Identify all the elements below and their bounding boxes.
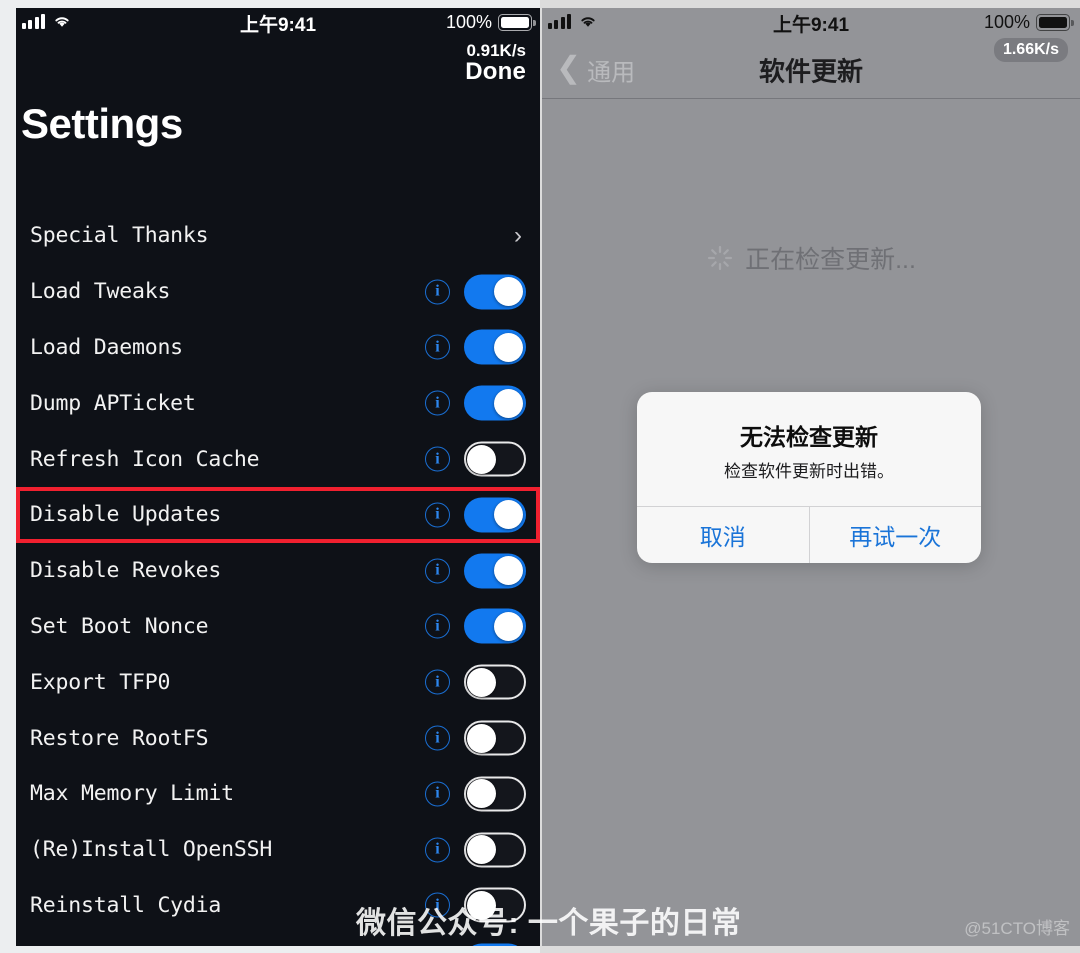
info-icon[interactable]: i [425, 892, 450, 918]
settings-row[interactable]: Reinstall Cydia i [16, 878, 540, 934]
settings-row-label: Export TFP0 [30, 669, 171, 695]
left-phone-panel: 上午9:41 100% 0.91K/s Done Settings Specia… [0, 0, 540, 953]
toggle-switch[interactable] [464, 720, 526, 756]
settings-row-label: Special Thanks [30, 223, 209, 249]
toggle-switch[interactable] [464, 608, 526, 644]
settings-row[interactable]: Restore RootFS i [16, 710, 540, 766]
toggle-switch[interactable] [464, 887, 526, 923]
settings-row-controls: › [514, 221, 526, 249]
alert-dialog: 无法检查更新 检查软件更新时出错。 取消 再试一次 [637, 392, 981, 563]
info-icon[interactable]: i [425, 781, 450, 807]
page-title: Settings [21, 100, 183, 147]
right-device-screen: 上午9:41 100% 1.66K/s ❮ 通用 软件更新 正在检查更新... … [542, 8, 1080, 946]
info-icon[interactable]: i [425, 725, 450, 751]
settings-list: Special Thanks › Load Tweaks i Load Daemons i… [16, 208, 540, 946]
toggle-knob [467, 779, 496, 809]
settings-row-label: Load Daemons [30, 334, 183, 360]
settings-row-controls: i [425, 832, 526, 868]
toggle-switch[interactable] [464, 385, 526, 421]
alert-backdrop: 无法检查更新 检查软件更新时出错。 取消 再试一次 [542, 8, 1080, 946]
settings-row[interactable]: Load Daemons i [16, 320, 540, 376]
settings-row-label: (Re)Install OpenSSH [30, 837, 273, 863]
settings-row-label: Disable Revokes [30, 558, 222, 584]
toggle-knob [494, 500, 523, 530]
settings-row-controls: i [425, 441, 526, 477]
info-icon[interactable]: i [425, 558, 450, 584]
settings-row-controls: i [425, 776, 526, 812]
settings-row[interactable]: Set Boot Nonce i [16, 599, 540, 655]
toggle-knob [467, 835, 496, 865]
settings-row-label: Restore RootFS [30, 725, 209, 751]
settings-row[interactable]: Dump APTicket i [16, 375, 540, 431]
alert-title: 无法检查更新 [740, 424, 878, 450]
settings-row[interactable]: Max Memory Limit i [16, 766, 540, 822]
alert-retry-button[interactable]: 再试一次 [808, 506, 982, 563]
settings-row-label: Dump APTicket [30, 390, 196, 416]
settings-row-controls: i [425, 329, 526, 365]
alert-cancel-button[interactable]: 取消 [637, 507, 809, 563]
alert-body: 无法检查更新 检查软件更新时出错。 [637, 392, 981, 506]
settings-row[interactable]: (Re)Install OpenSSH i [16, 822, 540, 878]
left-status-bar: 上午9:41 100% [16, 8, 540, 42]
settings-row-label: Set Boot Nonce [30, 613, 209, 639]
toggle-switch[interactable] [464, 441, 526, 477]
settings-row-controls: i [425, 664, 526, 700]
toggle-knob [494, 332, 523, 362]
settings-row-label: Load Tweaks [30, 279, 171, 305]
toggle-switch[interactable] [464, 274, 526, 310]
settings-row-controls: i [425, 720, 526, 756]
toggle-switch[interactable] [464, 553, 526, 589]
settings-row[interactable]: Disable Revokes i [16, 543, 540, 599]
alert-message: 检查软件更新时出错。 [724, 462, 894, 481]
settings-row-controls: i [425, 385, 526, 421]
battery-full-icon [498, 14, 536, 31]
settings-row-controls: i [425, 943, 526, 946]
settings-row-label: Reinstall Cydia [30, 892, 222, 918]
toggle-switch[interactable] [464, 329, 526, 365]
alert-actions: 取消 再试一次 [637, 505, 982, 563]
settings-row[interactable]: i [16, 933, 540, 946]
toggle-knob [494, 388, 523, 418]
info-icon[interactable]: i [425, 669, 450, 695]
toggle-switch[interactable] [464, 832, 526, 868]
done-button[interactable]: Done [465, 58, 526, 86]
chevron-right-icon: › [514, 221, 522, 249]
right-phone-panel: 上午9:41 100% 1.66K/s ❮ 通用 软件更新 正在检查更新... … [540, 0, 1080, 953]
settings-row-controls: i [425, 497, 526, 533]
settings-row-controls: i [425, 274, 526, 310]
settings-row-controls: i [425, 887, 526, 923]
info-icon[interactable]: i [425, 334, 450, 360]
settings-row[interactable]: Special Thanks › [16, 208, 540, 264]
left-device-screen: 上午9:41 100% 0.91K/s Done Settings Specia… [16, 8, 540, 946]
toggle-switch[interactable] [464, 664, 526, 700]
info-icon[interactable]: i [425, 837, 450, 863]
toggle-switch[interactable] [464, 497, 526, 533]
settings-row-label: Disable Updates [30, 502, 222, 528]
toggle-knob [467, 723, 496, 753]
toggle-knob [467, 890, 496, 920]
battery-percent-label: 100% [445, 12, 492, 32]
info-icon[interactable]: i [425, 279, 450, 305]
settings-row-label: Max Memory Limit [30, 781, 234, 807]
info-icon[interactable]: i [425, 446, 450, 472]
info-icon[interactable]: i [425, 502, 450, 528]
toggle-knob [467, 667, 496, 697]
screenshot-root: 上午9:41 100% 0.91K/s Done Settings Specia… [0, 0, 1080, 953]
settings-row[interactable]: Export TFP0 i [16, 654, 540, 710]
toggle-knob [467, 444, 496, 474]
settings-row[interactable]: Disable Updates i [16, 486, 540, 543]
settings-row[interactable]: Load Tweaks i [16, 264, 540, 320]
toggle-knob [494, 556, 523, 586]
toggle-knob [494, 277, 523, 307]
info-icon[interactable]: i [425, 613, 450, 639]
toggle-switch[interactable] [464, 776, 526, 812]
info-icon[interactable]: i [425, 390, 450, 416]
settings-row-controls: i [425, 553, 526, 589]
toggle-knob [494, 611, 523, 641]
toggle-switch[interactable] [464, 943, 526, 946]
settings-row-controls: i [425, 608, 526, 644]
settings-row[interactable]: Refresh Icon Cache i [16, 431, 540, 487]
status-bar-right: 100% [445, 12, 536, 33]
settings-row-label: Refresh Icon Cache [30, 446, 260, 472]
